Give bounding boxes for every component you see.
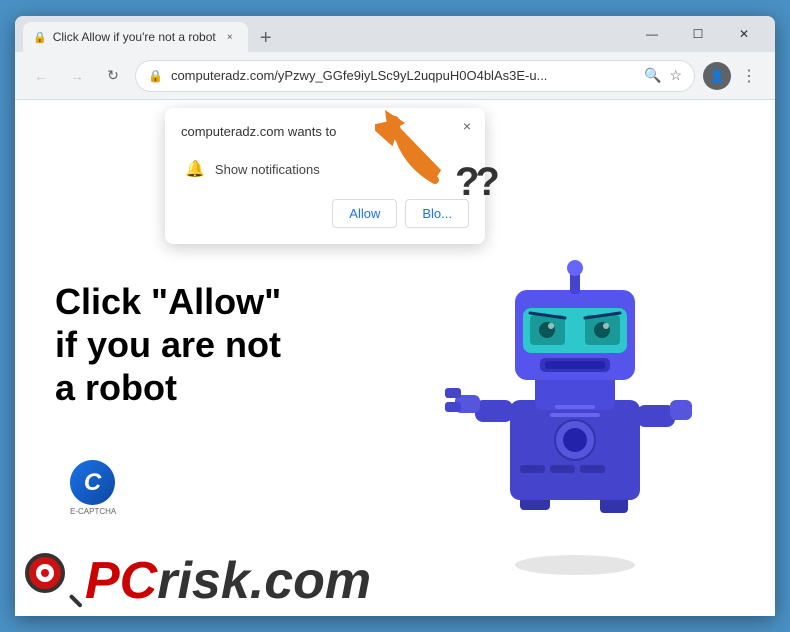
notification-option-label: Show notifications [215,162,320,177]
main-text-line2: if you are not [55,323,281,366]
pcrisk-domain-text: risk.com [157,555,371,607]
pcrisk-pc-text: PC [85,555,157,607]
notification-buttons: Allow Blo... [181,199,469,228]
page-content: computeradz.com wants to 🔔 Show notifica… [15,100,775,616]
main-text-line1: Click "Allow" [55,280,281,323]
url-text: computeradz.com/yPzwy_GGfe9iyLSc9yL2uqpu… [171,68,636,83]
chrome-top: 🔒 Click Allow if you're not a robot × + … [15,16,775,52]
window-controls: — ☐ ✕ [629,16,767,52]
new-tab-button[interactable]: + [252,24,280,52]
address-bar[interactable]: 🔒 computeradz.com/yPzwy_GGfe9iyLSc9yL2uq… [135,60,695,92]
tab-container: 🔒 Click Allow if you're not a robot × + [23,16,629,52]
minimize-button[interactable]: — [629,16,675,52]
arrow-indicator [375,100,455,190]
bell-icon: 🔔 [185,159,205,179]
ecaptcha-area: C E-CAPTCHA [70,460,116,516]
back-button[interactable]: ← [27,62,55,90]
browser-window: 🔒 Click Allow if you're not a robot × + … [15,16,775,616]
bookmark-star-icon[interactable]: ☆ [669,67,682,84]
toolbar: ← → ↻ 🔒 computeradz.com/yPzwy_GGfe9iyLSc… [15,52,775,100]
active-tab[interactable]: 🔒 Click Allow if you're not a robot × [23,22,248,52]
c-logo: C [70,460,115,505]
title-row: 🔒 Click Allow if you're not a robot × + … [15,16,775,52]
profile-icon: 👤 [710,69,725,83]
window-close-button[interactable]: ✕ [721,16,767,52]
pcrisk-logo: PCrisk.com [25,553,371,608]
main-text: Click "Allow" if you are not a robot [55,280,281,410]
tab-close-button[interactable]: × [222,29,238,45]
allow-button[interactable]: Allow [332,199,397,228]
profile-button[interactable]: 👤 [703,62,731,90]
tab-title: Click Allow if you're not a robot [53,30,216,44]
main-text-line3: a robot [55,366,281,409]
close-popup-button[interactable]: × [457,116,477,136]
forward-button[interactable]: → [63,62,91,90]
ecaptcha-label: E-CAPTCHA [70,507,116,516]
menu-button[interactable]: ⋮ [735,62,763,90]
maximize-button[interactable]: ☐ [675,16,721,52]
tab-favicon: 🔒 [33,31,47,44]
reload-button[interactable]: ↻ [99,62,127,90]
toolbar-right: 👤 ⋮ [703,62,763,90]
address-search-icon[interactable]: 🔍 [644,67,661,84]
robot-illustration [435,200,715,580]
question-marks: ?? [455,160,496,205]
lock-icon: 🔒 [148,69,163,83]
magnifier-icon [25,553,80,608]
